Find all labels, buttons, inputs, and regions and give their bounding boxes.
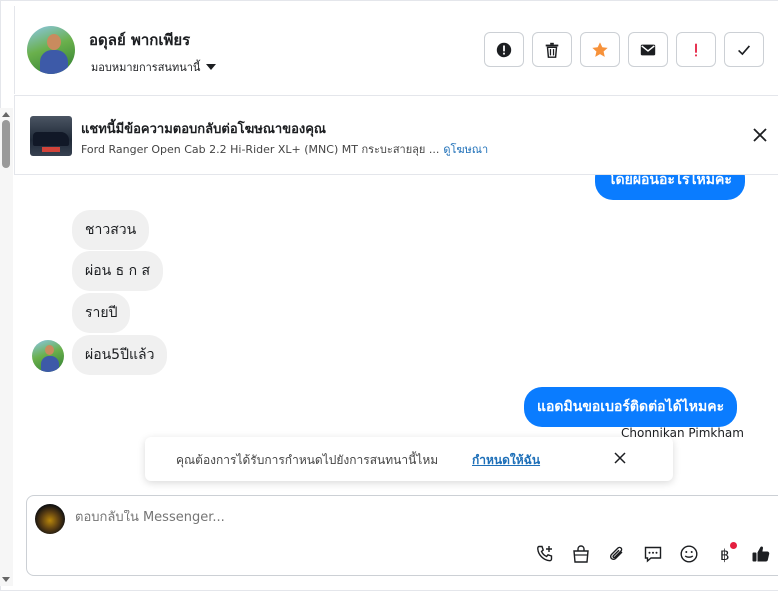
contact-name[interactable]: อดุลย์ พากเพียร xyxy=(89,28,190,52)
emoji-icon xyxy=(680,545,698,563)
contact-avatar-small xyxy=(32,340,64,372)
mark-done-button[interactable] xyxy=(724,32,764,67)
assign-label: มอบหมายการสนทนานี้ xyxy=(91,61,201,74)
delete-button[interactable] xyxy=(532,32,572,67)
paperclip-icon xyxy=(609,546,623,561)
scrollbar-thumb[interactable] xyxy=(2,120,10,168)
mark-spam-button[interactable] xyxy=(484,32,524,67)
incoming-message[interactable]: ชาวสวน xyxy=(72,210,150,250)
close-icon[interactable] xyxy=(751,126,769,144)
ad-banner-title: แชทนี้มีข้อความตอบกลับต่อโฆษณาของคุณ xyxy=(81,122,326,137)
saved-reply-icon xyxy=(644,546,662,563)
envelope-icon xyxy=(640,44,656,55)
alert-circle-icon xyxy=(496,42,512,57)
view-ad-link[interactable]: ดูโฆษณา xyxy=(443,140,488,158)
header-actions xyxy=(484,32,764,67)
close-icon[interactable] xyxy=(613,451,627,465)
outgoing-message[interactable]: แอดมินขอเบอร์ติดต่อได้ไหมคะ xyxy=(524,387,738,427)
ad-product-text: Ford Ranger Open Cab 2.2 Hi-Rider XL+ (M… xyxy=(81,143,440,156)
exclamation-icon xyxy=(695,43,697,56)
trash-icon xyxy=(545,42,559,58)
attach-button[interactable] xyxy=(605,542,629,566)
reply-composer: ฿ xyxy=(26,495,778,576)
outgoing-message[interactable]: โดยผ่อนอะไรไหมคะ xyxy=(595,175,745,200)
like-button[interactable] xyxy=(749,542,773,566)
follow-up-button[interactable] xyxy=(676,32,716,67)
star-icon xyxy=(592,41,608,57)
assign-to-me-link[interactable]: กำหนดให้ฉัน xyxy=(472,451,540,470)
caret-down-icon xyxy=(206,64,217,70)
conversation-header: อดุลย์ พากเพียร มอบหมายการสนทนานี้ xyxy=(14,6,778,94)
incoming-message[interactable]: ผ่อน ธ ก ส xyxy=(72,251,164,291)
composer-toolbar: ฿ xyxy=(533,542,773,566)
shopping-bag-icon xyxy=(573,545,589,563)
assign-conversation-dropdown[interactable]: มอบหมายการสนทนานี้ xyxy=(91,58,217,76)
contact-avatar[interactable] xyxy=(27,26,75,74)
reply-input[interactable] xyxy=(75,510,575,525)
scroll-down-arrow-icon[interactable] xyxy=(2,577,10,582)
ad-thumbnail[interactable] xyxy=(30,116,72,156)
scrollbar[interactable] xyxy=(0,108,13,586)
ad-reply-banner: แชทนี้มีข้อความตอบกลับต่อโฆษณาของคุณ For… xyxy=(14,95,778,175)
notification-dot xyxy=(730,542,737,549)
page-avatar xyxy=(35,504,65,534)
thumbs-up-icon xyxy=(752,546,770,562)
incoming-message[interactable]: ผ่อน5ปีแล้ว xyxy=(72,335,168,375)
ad-banner-subtitle: Ford Ranger Open Cab 2.2 Hi-Rider XL+ (M… xyxy=(81,140,488,158)
assign-prompt: คุณต้องการได้รับการกำหนดไปยังการสนทนานี้… xyxy=(145,437,673,481)
call-button[interactable] xyxy=(533,542,557,566)
emoji-button[interactable] xyxy=(677,542,701,566)
mark-unread-button[interactable] xyxy=(628,32,668,67)
assign-prompt-question: คุณต้องการได้รับการกำหนดไปยังการสนทนานี้… xyxy=(176,453,439,467)
checkmark-icon xyxy=(738,44,751,55)
message-thread[interactable]: โดยผ่อนอะไรไหมคะ ชาวสวน ผ่อน ธ ก ส รายปี… xyxy=(14,175,778,493)
saved-replies-button[interactable] xyxy=(641,542,665,566)
svg-text:฿: ฿ xyxy=(720,546,730,564)
star-button[interactable] xyxy=(580,32,620,67)
incoming-message[interactable]: รายปี xyxy=(72,293,131,333)
scroll-up-arrow-icon[interactable] xyxy=(2,112,10,117)
shop-button[interactable] xyxy=(569,542,593,566)
phone-add-icon xyxy=(537,545,553,562)
payment-button[interactable]: ฿ xyxy=(713,542,737,566)
